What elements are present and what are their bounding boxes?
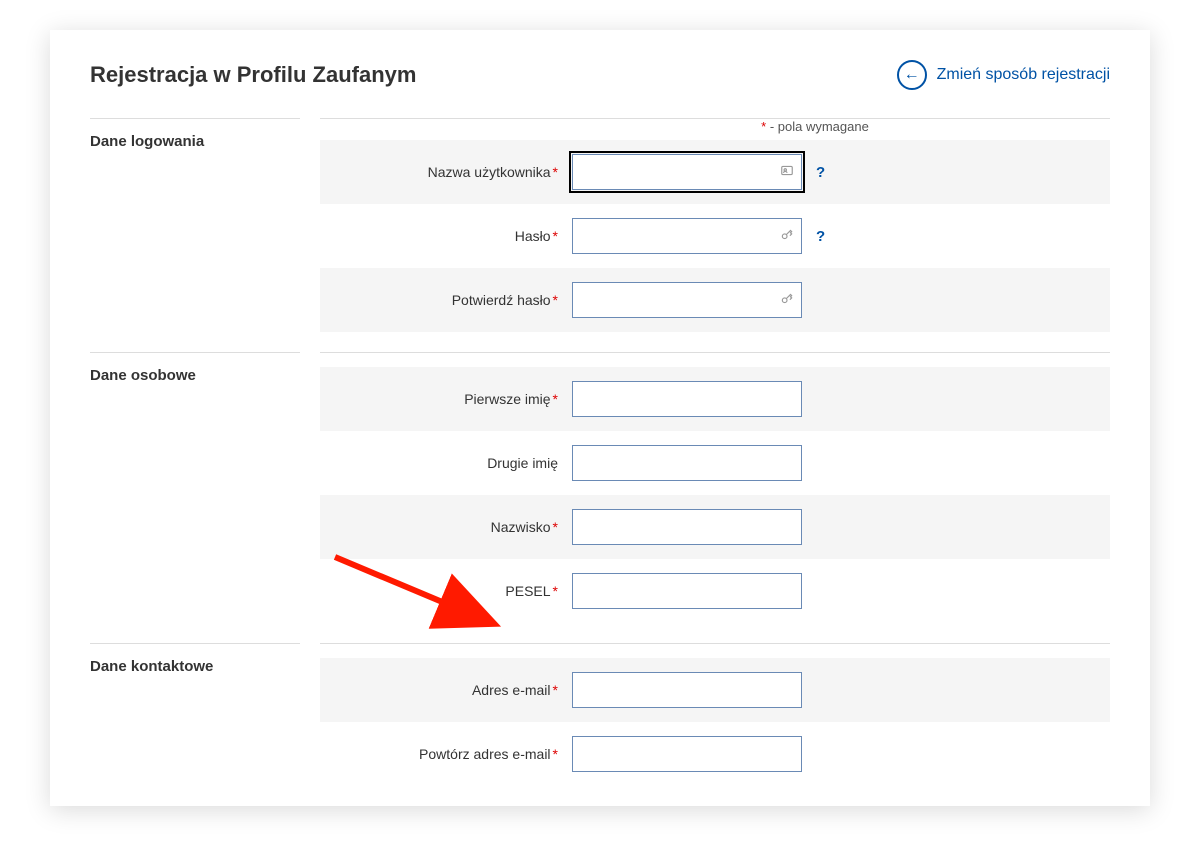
row-confirm-password: Potwierdź hasło* [320,268,1110,332]
row-username: Nazwa użytkownika* ? [320,140,1110,204]
row-email: Adres e-mail* [320,658,1110,722]
registration-form-card: Rejestracja w Profilu Zaufanym ← Zmień s… [50,30,1150,806]
section-contact: Dane kontaktowe Adres e-mail* Powtórz ad… [90,643,1110,786]
change-registration-label: Zmień sposób rejestracji [937,66,1110,84]
password-help-icon[interactable]: ? [816,228,825,245]
row-first-name: Pierwsze imię* [320,367,1110,431]
section-login-title: Dane logowania [90,133,300,150]
email-repeat-label: Powtórz adres e-mail* [332,746,572,762]
row-email-repeat: Powtórz adres e-mail* [320,722,1110,786]
pesel-input[interactable] [572,573,802,609]
required-text: - pola wymagane [766,119,869,134]
password-label: Hasło* [332,228,572,244]
section-personal: Dane osobowe Pierwsze imię* Drugie imię … [90,352,1110,623]
required-fields-note: * - pola wymagane [320,119,1110,134]
first-name-input[interactable] [572,381,802,417]
section-contact-title: Dane kontaktowe [90,658,300,675]
page-title: Rejestracja w Profilu Zaufanym [90,62,416,88]
confirm-password-label: Potwierdź hasło* [332,292,572,308]
email-label: Adres e-mail* [332,682,572,698]
username-label: Nazwa użytkownika* [332,164,572,180]
last-name-input[interactable] [572,509,802,545]
pesel-label: PESEL* [332,583,572,599]
username-input[interactable] [572,154,802,190]
last-name-label: Nazwisko* [332,519,572,535]
first-name-label: Pierwsze imię* [332,391,572,407]
middle-name-input[interactable] [572,445,802,481]
row-last-name: Nazwisko* [320,495,1110,559]
arrow-left-icon: ← [897,60,927,90]
change-registration-link[interactable]: ← Zmień sposób rejestracji [897,60,1110,90]
email-input[interactable] [572,672,802,708]
password-input[interactable] [572,218,802,254]
section-personal-title: Dane osobowe [90,367,300,384]
row-middle-name: Drugie imię [320,431,1110,495]
section-login: Dane logowania * - pola wymagane Nazwa u… [90,118,1110,332]
username-help-icon[interactable]: ? [816,164,825,181]
email-repeat-input[interactable] [572,736,802,772]
confirm-password-input[interactable] [572,282,802,318]
middle-name-label: Drugie imię [332,455,572,471]
header-row: Rejestracja w Profilu Zaufanym ← Zmień s… [90,60,1110,90]
row-pesel: PESEL* [320,559,1110,623]
row-password: Hasło* ? [320,204,1110,268]
